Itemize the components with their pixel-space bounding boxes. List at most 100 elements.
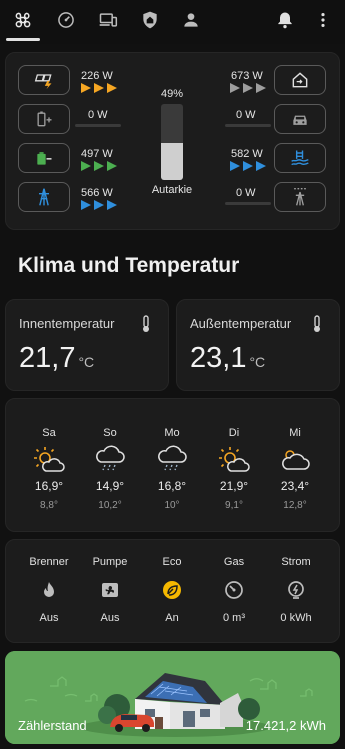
forecast-low: 12,8° bbox=[283, 500, 307, 511]
heating-item-state: 0 kWh bbox=[280, 612, 312, 624]
heating-item-gas[interactable]: Gas 0 m³ bbox=[204, 556, 264, 624]
solar-flow-arrows bbox=[80, 82, 118, 94]
battery-discharge-value: 497 W bbox=[81, 148, 113, 160]
forecast-day: Mi 23,4° 12,8° bbox=[270, 427, 320, 511]
heating-item-label: Strom bbox=[281, 556, 311, 568]
forecast-day: Sa 16,9° 8,8° bbox=[24, 427, 74, 511]
heating-item-label: Eco bbox=[162, 556, 182, 568]
forecast-day: Di 21,9° 9,1° bbox=[209, 427, 259, 511]
heating-item-state: 0 m³ bbox=[223, 612, 245, 624]
heating-item-brenner[interactable]: Brenner Aus bbox=[19, 556, 79, 624]
battery-charge-value: 0 W bbox=[88, 109, 108, 121]
outdoor-temp-value: 23,1 bbox=[190, 342, 247, 374]
battery-minus-icon bbox=[37, 152, 52, 165]
meter-label: Zählerstand bbox=[18, 718, 87, 733]
more-vert-icon[interactable] bbox=[309, 6, 337, 34]
grid-export-value: 0 W bbox=[236, 187, 256, 199]
car-button[interactable] bbox=[274, 104, 326, 134]
forecast-day-name: Di bbox=[228, 427, 240, 439]
car-value: 0 W bbox=[236, 109, 256, 121]
devices-icon[interactable] bbox=[94, 6, 122, 34]
solar-power-icon bbox=[34, 74, 52, 90]
indoor-temp-unit: °C bbox=[78, 354, 95, 370]
battery-charge-line bbox=[75, 124, 121, 127]
grid-import-arrows bbox=[80, 199, 118, 211]
outdoor-temp-card[interactable]: Außentemperatur 23,1 °C bbox=[176, 299, 340, 391]
forecast-low: 8,8° bbox=[40, 500, 58, 511]
fire-icon bbox=[44, 582, 54, 597]
house-flow-arrows bbox=[229, 82, 267, 94]
heating-item-label: Brenner bbox=[29, 556, 69, 568]
partly-cloudy-day-icon bbox=[219, 447, 250, 472]
speedometer-icon[interactable] bbox=[52, 6, 80, 34]
battery-discharge-arrows bbox=[80, 160, 118, 172]
transmission-tower-export-icon bbox=[294, 188, 306, 206]
person-icon[interactable] bbox=[177, 6, 205, 34]
forecast-high: 16,9° bbox=[34, 479, 64, 493]
pool-value: 582 W bbox=[231, 148, 263, 160]
autarkie-label: Autarkie bbox=[151, 184, 193, 196]
leaf-circle-icon bbox=[163, 581, 181, 599]
car-line bbox=[225, 124, 271, 127]
forecast-day: Mo 16,8° 10° bbox=[147, 427, 197, 511]
forecast-day-name: So bbox=[103, 427, 117, 439]
forecast-high: 21,9° bbox=[219, 479, 249, 493]
heating-item-state: Aus bbox=[39, 612, 59, 624]
forecast-day-name: Mo bbox=[164, 427, 180, 439]
heating-item-eco[interactable]: Eco An bbox=[142, 556, 202, 624]
forecast-high: 16,8° bbox=[157, 479, 187, 493]
grid-export-button[interactable] bbox=[274, 182, 326, 212]
forecast-day-name: Mi bbox=[289, 427, 301, 439]
heating-item-strom[interactable]: Strom 0 kWh bbox=[266, 556, 326, 624]
pump-icon bbox=[102, 583, 118, 597]
autarkie-bar-fill bbox=[161, 142, 183, 180]
rainy-icon bbox=[96, 445, 125, 471]
battery-discharge-button[interactable] bbox=[18, 143, 70, 173]
outdoor-temp-unit: °C bbox=[249, 354, 266, 370]
partly-cloudy-day-icon bbox=[34, 447, 65, 472]
bell-icon[interactable] bbox=[271, 6, 299, 34]
cloudy-icon bbox=[282, 450, 310, 470]
active-tab-indicator bbox=[6, 38, 40, 41]
pool-button[interactable] bbox=[274, 143, 326, 173]
autarkie-percent: 49% bbox=[160, 88, 184, 100]
outdoor-temp-reading: 23,1 °C bbox=[190, 342, 265, 375]
heating-item-state: An bbox=[165, 612, 179, 624]
battery-plus-icon bbox=[37, 111, 52, 127]
meter-card[interactable]: Zählerstand 17.421,2 kWh bbox=[5, 651, 340, 744]
heating-item-label: Pumpe bbox=[92, 556, 128, 568]
indoor-temp-label: Innentemperatur bbox=[19, 316, 115, 331]
heating-item-label: Gas bbox=[223, 556, 245, 568]
solar-button[interactable] bbox=[18, 65, 70, 95]
indoor-temp-reading: 21,7 °C bbox=[19, 342, 94, 375]
top-app-bar bbox=[0, 0, 345, 44]
pool-heat-icon bbox=[291, 150, 309, 166]
forecast-low: 9,1° bbox=[225, 500, 243, 511]
gauge-icon bbox=[225, 581, 243, 599]
solar-value: 226 W bbox=[81, 70, 113, 82]
meter-value: 17.421,2 kWh bbox=[245, 718, 326, 733]
pool-flow-arrows bbox=[229, 160, 267, 172]
heating-item-pumpe[interactable]: Pumpe Aus bbox=[80, 556, 140, 624]
meter-electric-icon bbox=[288, 581, 304, 599]
home-shield-icon[interactable] bbox=[136, 6, 164, 34]
forecast-day: So 14,9° 10,2° bbox=[85, 427, 135, 511]
grid-import-button[interactable] bbox=[18, 182, 70, 212]
battery-charge-button[interactable] bbox=[18, 104, 70, 134]
outdoor-temp-label: Außentemperatur bbox=[190, 316, 292, 331]
transmission-tower-icon bbox=[39, 188, 49, 206]
thermometer-icon bbox=[143, 315, 149, 332]
house-button[interactable] bbox=[274, 65, 326, 95]
thermometer-icon bbox=[314, 315, 320, 332]
commands-icon[interactable] bbox=[9, 6, 37, 34]
car-icon bbox=[293, 115, 307, 125]
house-value: 673 W bbox=[231, 70, 263, 82]
heating-item-state: Aus bbox=[100, 612, 120, 624]
indoor-temp-value: 21,7 bbox=[19, 342, 76, 374]
rainy-icon bbox=[158, 445, 187, 471]
forecast-low: 10° bbox=[164, 500, 180, 511]
home-import-icon bbox=[292, 72, 308, 88]
forecast-low: 10,2° bbox=[98, 500, 122, 511]
forecast-day-name: Sa bbox=[42, 427, 56, 439]
indoor-temp-card[interactable]: Innentemperatur 21,7 °C bbox=[5, 299, 169, 391]
